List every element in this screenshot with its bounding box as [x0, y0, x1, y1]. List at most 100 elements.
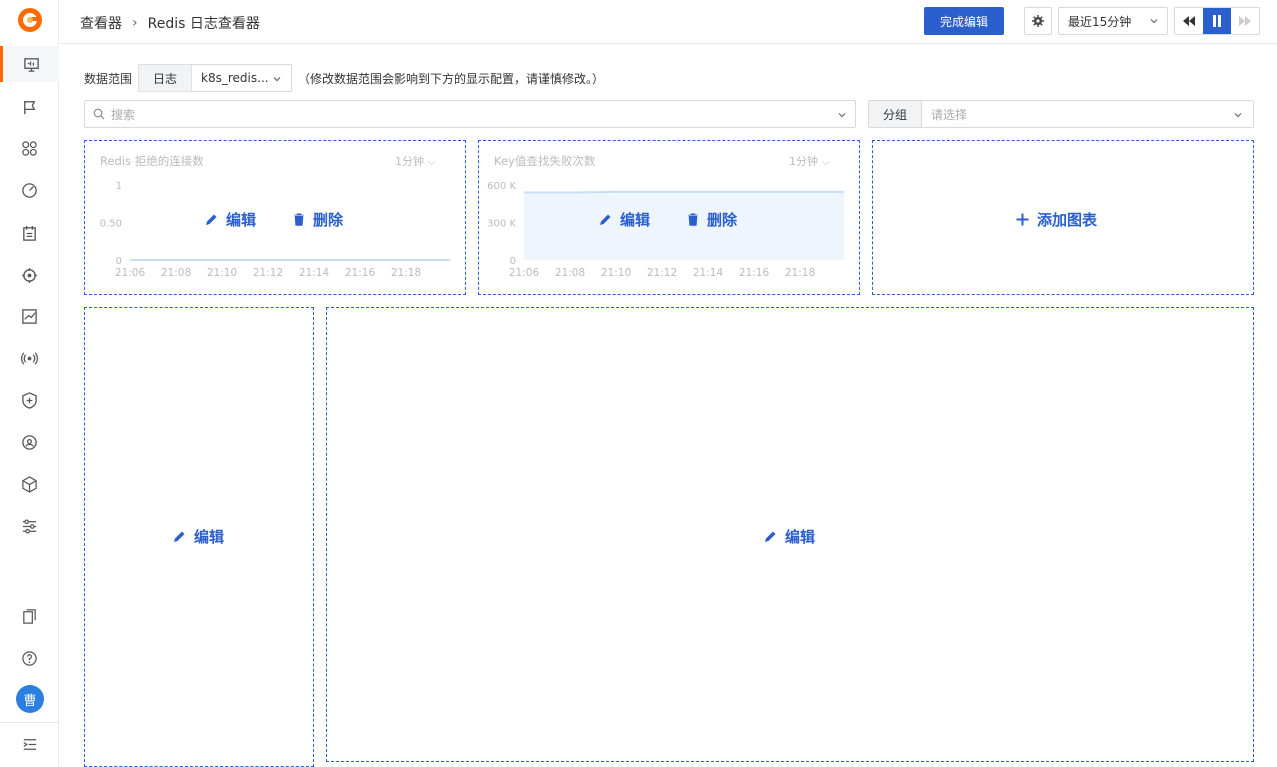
- x-tick-label: 21:06: [115, 267, 146, 279]
- data-scope-type[interactable]: 日志: [138, 64, 193, 92]
- sidebar-item-calendar[interactable]: [0, 215, 59, 251]
- x-tick-label: 21:18: [785, 267, 815, 279]
- x-tick-label: 21:14: [693, 267, 724, 279]
- sidebar: 曹: [0, 0, 59, 767]
- settings-button[interactable]: [1024, 7, 1052, 35]
- pencil-icon: [174, 531, 185, 542]
- delete-label: 删除: [313, 211, 344, 229]
- search-input[interactable]: 搜索: [84, 100, 856, 128]
- data-scope-select[interactable]: k8s_redis...: [192, 64, 293, 92]
- apps-icon: [22, 140, 37, 156]
- data-scope-value: k8s_redis...: [201, 71, 269, 85]
- add-chart-panel[interactable]: 添加图表: [872, 140, 1254, 295]
- cube-icon: [22, 475, 37, 493]
- shield-icon: [22, 391, 37, 409]
- pencil-icon: [600, 214, 611, 225]
- pencil-icon: [765, 531, 776, 542]
- y-tick-label: 0.50: [100, 219, 122, 230]
- sidebar-item-flag[interactable]: [0, 89, 59, 125]
- sidebar-item-help[interactable]: [0, 640, 59, 676]
- rewind-icon: [1183, 16, 1195, 26]
- edit-label: 编辑: [226, 211, 257, 229]
- sidebar-item-copy[interactable]: [0, 598, 59, 634]
- chevron-down-icon: [1234, 113, 1242, 118]
- chevron-down-icon: [273, 77, 281, 82]
- pause-icon: [1213, 15, 1221, 27]
- pause-button[interactable]: [1203, 8, 1231, 34]
- sidebar-item-cube[interactable]: [0, 466, 59, 502]
- signal-icon: [21, 351, 38, 365]
- panel-left: 编辑: [84, 307, 314, 767]
- add-chart-button[interactable]: 添加图表: [1016, 209, 1097, 230]
- data-scope-note: （修改数据范围会影响到下方的显示配置，请谨慎修改。）: [298, 71, 605, 86]
- x-tick-label: 21:10: [207, 267, 237, 279]
- delete-chart-button[interactable]: 删除: [687, 209, 737, 230]
- collapse-icon: [23, 738, 37, 750]
- edit-label: 编辑: [620, 211, 651, 229]
- x-tick-label: 21:16: [739, 267, 770, 279]
- search-placeholder: 搜索: [111, 107, 136, 122]
- sidebar-item-shield[interactable]: [0, 382, 59, 418]
- sidebar-item-radar[interactable]: [0, 424, 59, 460]
- chevron-down-icon: [838, 113, 846, 118]
- flag-icon: [24, 100, 36, 114]
- edit-label: 编辑: [785, 528, 816, 546]
- top-bar: 查看器 › Redis 日志查看器 完成编辑 最近15分钟: [60, 0, 1277, 44]
- sidebar-divider: [0, 722, 59, 723]
- trash-icon: [688, 213, 698, 226]
- breadcrumb-root[interactable]: 查看器: [80, 13, 122, 33]
- x-tick-label: 21:12: [253, 267, 283, 279]
- sidebar-item-monitor[interactable]: [0, 46, 59, 82]
- edit-panel-button[interactable]: 编辑: [764, 526, 815, 547]
- sidebar-item-chart[interactable]: [0, 298, 59, 334]
- sidebar-item-gauge[interactable]: [0, 172, 59, 208]
- monitor-icon: [23, 57, 39, 72]
- app-logo[interactable]: [16, 6, 44, 34]
- line-chart: 1 0.50 021:06 21:08 21:10 21:12 21:14 21:16 21:1…: [100, 181, 450, 279]
- add-chart-label: 添加图表: [1037, 211, 1098, 229]
- sidebar-item-apps[interactable]: [0, 130, 59, 166]
- edit-chart-button[interactable]: 编辑: [599, 209, 650, 230]
- target-icon: [21, 267, 38, 283]
- group-select[interactable]: 分组 请选择: [868, 100, 1254, 128]
- x-tick-label: 21:06: [509, 267, 540, 279]
- gauge-icon: [22, 182, 37, 198]
- edit-chart-button[interactable]: 编辑: [205, 209, 256, 230]
- series-line: [524, 190, 844, 194]
- sliders-icon: [22, 518, 37, 534]
- pencil-icon: [206, 214, 217, 225]
- y-tick-label: 600 K: [487, 181, 516, 192]
- fast-forward-icon: [1239, 16, 1251, 26]
- area-chart: 600 K 300 K 021:06 21:08 21:10 21:12 21:14 21:1…: [487, 181, 844, 279]
- y-tick-label: 300 K: [487, 219, 516, 230]
- x-tick-label: 21:08: [161, 267, 191, 279]
- time-range-value: 最近15分钟: [1068, 14, 1132, 29]
- radar-icon: [22, 434, 37, 450]
- page-title: Redis 日志查看器: [147, 16, 260, 32]
- avatar[interactable]: 曹: [16, 685, 44, 713]
- edit-label: 编辑: [194, 528, 225, 546]
- rewind-button[interactable]: [1175, 8, 1203, 34]
- sidebar-item-signal[interactable]: [0, 340, 59, 376]
- delete-chart-button[interactable]: 删除: [293, 209, 343, 230]
- x-tick-label: 21:16: [345, 267, 376, 279]
- breadcrumb-separator-icon: ›: [132, 15, 138, 31]
- help-icon: [22, 650, 37, 666]
- plus-icon: [1016, 213, 1029, 226]
- calendar-icon: [23, 225, 36, 241]
- sidebar-item-settings[interactable]: [0, 508, 59, 544]
- group-placeholder: 请选择: [931, 107, 968, 122]
- x-tick-label: 21:10: [601, 267, 631, 279]
- y-tick-label: 0: [116, 256, 122, 267]
- fast-forward-button[interactable]: [1231, 8, 1259, 34]
- edit-panel-button[interactable]: 编辑: [173, 526, 224, 547]
- sidebar-item-target[interactable]: [0, 257, 59, 293]
- time-range-select[interactable]: 最近15分钟: [1058, 7, 1168, 35]
- group-label: 分组: [869, 101, 923, 127]
- x-tick-label: 21:14: [299, 267, 330, 279]
- done-editing-button[interactable]: 完成编辑: [924, 7, 1004, 35]
- x-tick-label: 21:18: [391, 267, 421, 279]
- y-tick-label: 1: [116, 181, 122, 192]
- sidebar-collapse[interactable]: [0, 726, 59, 762]
- gear-icon: [1032, 15, 1044, 27]
